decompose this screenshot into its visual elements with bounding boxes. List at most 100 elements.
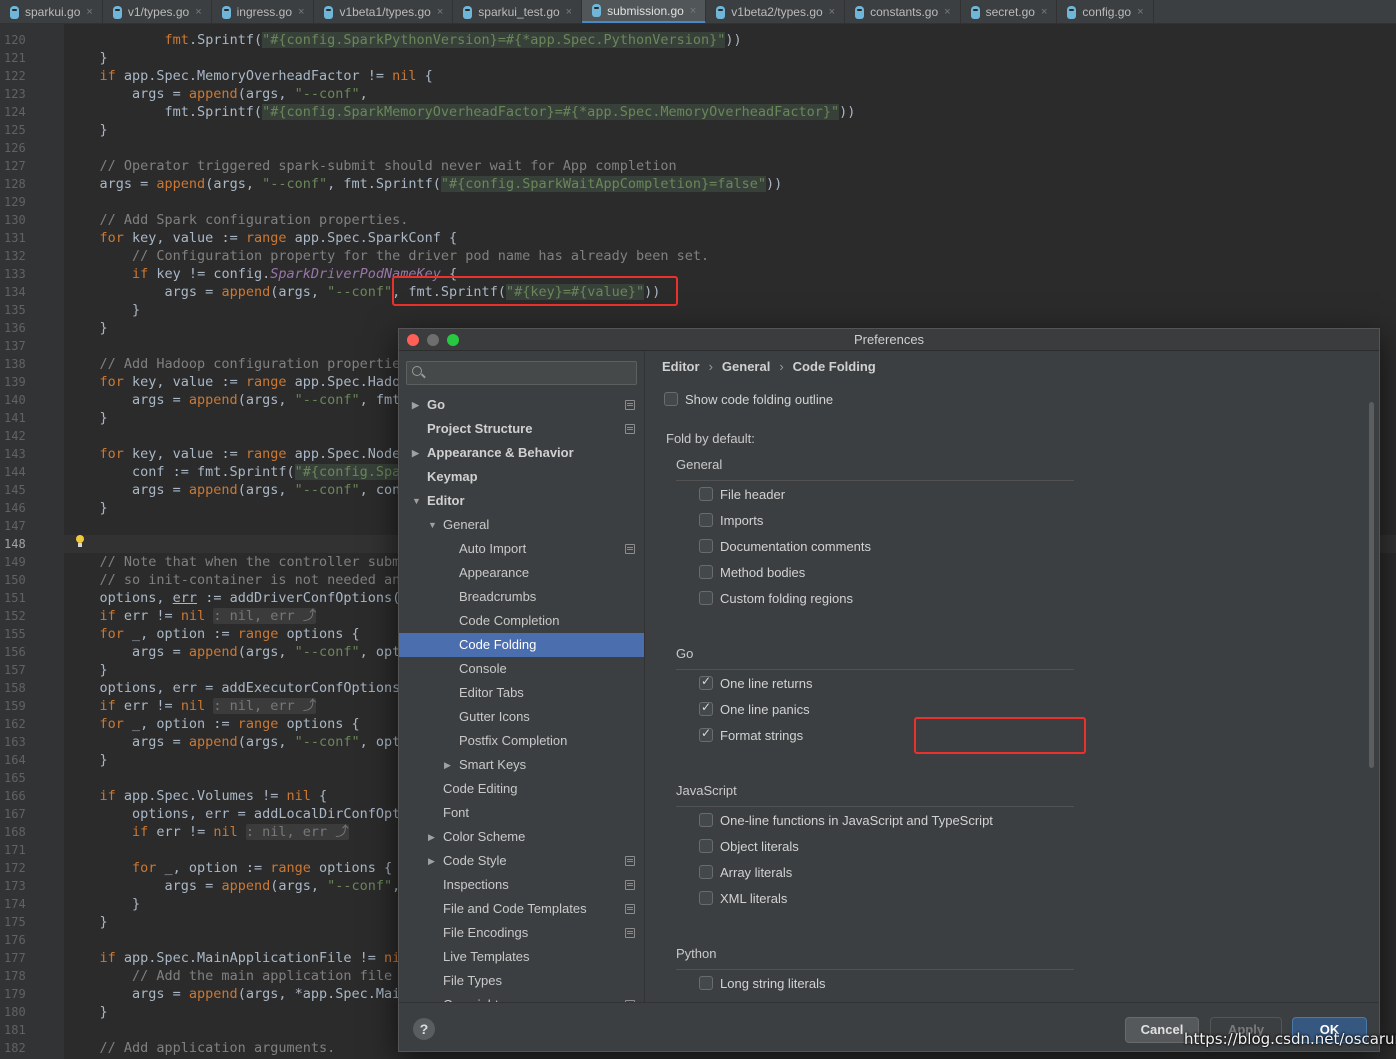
checkbox[interactable]: [699, 813, 713, 827]
checkbox[interactable]: [699, 839, 713, 853]
checkbox[interactable]: [699, 865, 713, 879]
code-line[interactable]: if app.Spec.MemoryOverheadFactor != nil …: [67, 67, 1396, 85]
fold-option[interactable]: Documentation comments: [699, 536, 871, 556]
settings-tree-item[interactable]: Font: [399, 801, 644, 825]
fold-option[interactable]: XML literals: [699, 888, 787, 908]
code-line[interactable]: args = append(args, "--conf", fmt.Sprint…: [67, 283, 1396, 301]
checkbox[interactable]: [699, 565, 713, 579]
settings-tree-item[interactable]: Keymap: [399, 465, 644, 489]
help-button[interactable]: ?: [413, 1018, 435, 1040]
chevron-right-icon[interactable]: ▶: [428, 993, 435, 1002]
editor-tab[interactable]: config.go ×: [1057, 0, 1154, 23]
checkbox[interactable]: [699, 700, 713, 716]
fold-option[interactable]: Custom folding regions: [699, 588, 853, 608]
settings-tree-item[interactable]: ▶ Go: [399, 393, 644, 417]
checkbox[interactable]: [699, 976, 713, 990]
checkbox[interactable]: [664, 392, 678, 406]
settings-tree-item[interactable]: Code Completion: [399, 609, 644, 633]
settings-tree-item[interactable]: Postfix Completion: [399, 729, 644, 753]
code-line[interactable]: // Configuration property for the driver…: [67, 247, 1396, 265]
settings-tree-item[interactable]: ▼ General: [399, 513, 644, 537]
fold-option[interactable]: Format strings: [699, 725, 803, 745]
code-line[interactable]: }: [67, 121, 1396, 139]
scrollbar[interactable]: [1369, 402, 1374, 768]
fold-option[interactable]: One-line functions in JavaScript and Typ…: [699, 810, 993, 830]
close-icon[interactable]: ×: [86, 6, 92, 18]
fold-option[interactable]: Object literals: [699, 836, 799, 856]
chevron-down-icon[interactable]: ▼: [412, 489, 421, 513]
fold-option[interactable]: Array literals: [699, 862, 792, 882]
checkbox[interactable]: [699, 726, 713, 742]
editor-tab[interactable]: sparkui_test.go ×: [453, 0, 583, 23]
settings-tree-item[interactable]: Gutter Icons: [399, 705, 644, 729]
chevron-right-icon[interactable]: ▶: [428, 825, 435, 849]
editor-tab[interactable]: submission.go ×: [582, 0, 707, 23]
fold-option[interactable]: One line panics: [699, 699, 810, 719]
settings-tree-item[interactable]: Auto Import: [399, 537, 644, 561]
code-line[interactable]: args = append(args, "--conf",: [67, 85, 1396, 103]
editor-tab[interactable]: v1beta1/types.go ×: [314, 0, 454, 23]
checkbox[interactable]: [699, 591, 713, 605]
chevron-right-icon[interactable]: ▶: [444, 753, 451, 777]
settings-tree-item[interactable]: ▶ Appearance & Behavior: [399, 441, 644, 465]
code-line[interactable]: fmt.Sprintf("#{config.SparkMemoryOverhea…: [67, 103, 1396, 121]
code-line[interactable]: if key != config.SparkDriverPodNameKey {: [67, 265, 1396, 283]
chevron-down-icon[interactable]: ▼: [428, 513, 437, 537]
settings-search-input[interactable]: [427, 362, 632, 384]
code-line[interactable]: for key, value := range app.Spec.SparkCo…: [67, 229, 1396, 247]
fold-option[interactable]: File header: [699, 484, 785, 504]
code-line[interactable]: fmt.Sprintf("#{config.SparkPythonVersion…: [67, 31, 1396, 49]
settings-tree-item[interactable]: Appearance: [399, 561, 644, 585]
fold-option[interactable]: Method bodies: [699, 562, 805, 582]
settings-search[interactable]: [406, 361, 637, 385]
editor-tab[interactable]: v1/types.go ×: [103, 0, 212, 23]
code-line[interactable]: [67, 139, 1396, 157]
settings-tree-item[interactable]: File Types: [399, 969, 644, 993]
show-outline-option[interactable]: Show code folding outline: [664, 389, 833, 409]
close-icon[interactable]: ×: [944, 6, 950, 18]
settings-tree-item[interactable]: ▼ Editor: [399, 489, 644, 513]
checkbox[interactable]: [699, 539, 713, 553]
code-line[interactable]: }: [67, 301, 1396, 319]
settings-tree-item[interactable]: Code Editing: [399, 777, 644, 801]
close-icon[interactable]: ×: [1137, 6, 1143, 18]
settings-tree-item[interactable]: ▶ Smart Keys: [399, 753, 644, 777]
code-line[interactable]: // Add Spark configuration properties.: [67, 211, 1396, 229]
code-line[interactable]: args = append(args, "--conf", fmt.Sprint…: [67, 175, 1396, 193]
close-icon[interactable]: ×: [690, 5, 696, 17]
settings-tree-item[interactable]: ▶ Color Scheme: [399, 825, 644, 849]
chevron-right-icon[interactable]: ▶: [412, 441, 419, 465]
checkbox[interactable]: [699, 513, 713, 527]
code-line[interactable]: // Operator triggered spark-submit shoul…: [67, 157, 1396, 175]
editor-tab[interactable]: sparkui.go ×: [0, 0, 103, 23]
code-line[interactable]: }: [67, 49, 1396, 67]
chevron-right-icon[interactable]: ▶: [428, 849, 435, 873]
close-icon[interactable]: ×: [1041, 6, 1047, 18]
settings-tree-item[interactable]: Console: [399, 657, 644, 681]
settings-tree-item[interactable]: Code Folding: [399, 633, 644, 657]
settings-tree-item[interactable]: Project Structure: [399, 417, 644, 441]
settings-tree-item[interactable]: ▶ Copyright: [399, 993, 644, 1002]
checkbox[interactable]: [699, 487, 713, 501]
close-icon[interactable]: ×: [195, 6, 201, 18]
lightbulb-icon[interactable]: [75, 535, 85, 549]
settings-tree-item[interactable]: File Encodings: [399, 921, 644, 945]
checkbox[interactable]: [699, 674, 713, 690]
breadcrumb-general[interactable]: General: [722, 359, 770, 374]
settings-tree-item[interactable]: File and Code Templates: [399, 897, 644, 921]
settings-tree-item[interactable]: ▶ Code Style: [399, 849, 644, 873]
code-line[interactable]: [67, 193, 1396, 211]
editor-tab[interactable]: secret.go ×: [961, 0, 1058, 23]
settings-tree-item[interactable]: Breadcrumbs: [399, 585, 644, 609]
fold-option[interactable]: Imports: [699, 510, 763, 530]
close-icon[interactable]: ×: [437, 6, 443, 18]
close-icon[interactable]: ×: [566, 6, 572, 18]
fold-option[interactable]: Long string literals: [699, 973, 826, 993]
editor-tab[interactable]: ingress.go ×: [212, 0, 315, 23]
close-icon[interactable]: ×: [298, 6, 304, 18]
settings-tree-item[interactable]: Inspections: [399, 873, 644, 897]
close-icon[interactable]: ×: [829, 6, 835, 18]
checkbox[interactable]: [699, 891, 713, 905]
breadcrumb-editor[interactable]: Editor: [662, 359, 700, 374]
settings-tree-item[interactable]: Editor Tabs: [399, 681, 644, 705]
